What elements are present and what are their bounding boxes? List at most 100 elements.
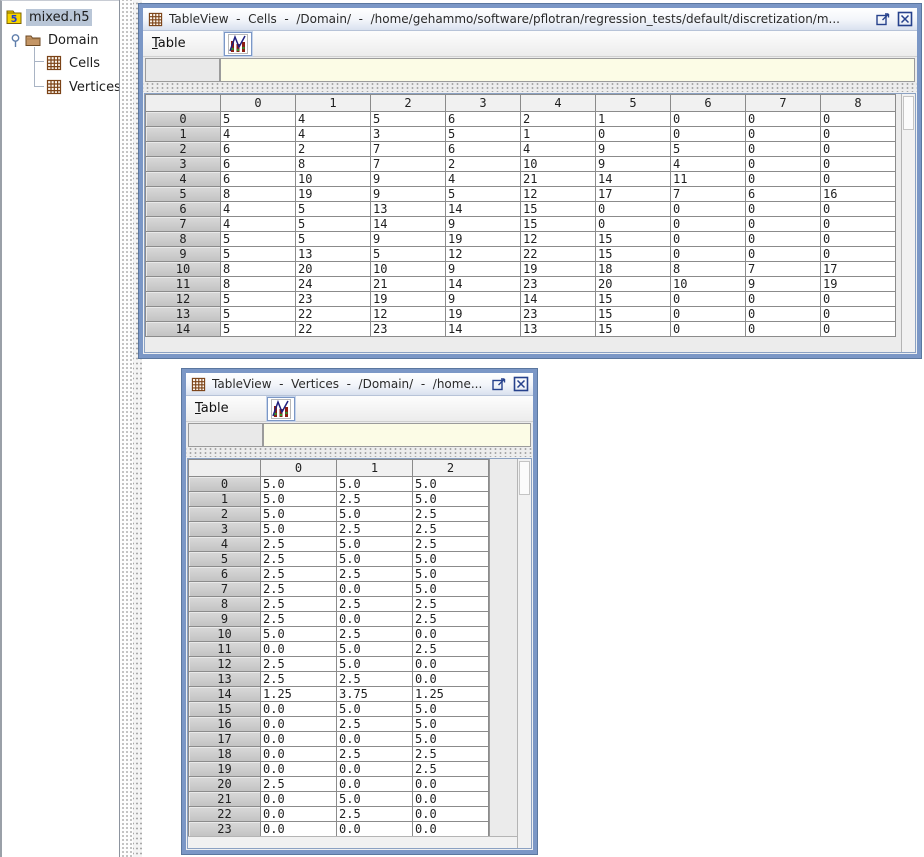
tree-item-domain[interactable]: Domain (10, 30, 101, 50)
table-cell[interactable]: 0 (746, 247, 821, 262)
table-cell[interactable]: 0 (821, 247, 896, 262)
table-cell[interactable]: 5 (221, 307, 296, 322)
table-cell[interactable]: 0 (671, 127, 746, 142)
table-cell[interactable]: 5.0 (337, 507, 413, 522)
table-cell[interactable]: 5.0 (337, 642, 413, 657)
table-cell[interactable]: 13 (521, 322, 596, 337)
table-cell[interactable]: 14 (596, 172, 671, 187)
table-cell[interactable]: 5 (371, 112, 446, 127)
table-cell[interactable]: 5.0 (413, 732, 489, 747)
tree-scrollbar[interactable] (119, 0, 133, 857)
table-cell[interactable]: 0 (821, 217, 896, 232)
table-cell[interactable]: 0 (821, 112, 896, 127)
table-cell[interactable]: 5 (221, 247, 296, 262)
table-cell[interactable]: 0 (746, 217, 821, 232)
table-cell[interactable]: 0 (671, 112, 746, 127)
table-cell[interactable]: 2.5 (337, 807, 413, 822)
column-header[interactable]: 2 (413, 460, 489, 477)
table-cell[interactable]: 1.25 (413, 687, 489, 702)
table-cell[interactable]: 2.5 (413, 522, 489, 537)
table-cell[interactable]: 0.0 (261, 702, 337, 717)
row-header[interactable]: 7 (146, 217, 221, 232)
row-header[interactable]: 17 (189, 732, 261, 747)
table-cell[interactable]: 7 (671, 187, 746, 202)
column-header[interactable]: 4 (521, 95, 596, 112)
table-cell[interactable]: 13 (296, 247, 371, 262)
table-menu[interactable]: Table (195, 401, 229, 416)
table-cell[interactable]: 22 (296, 322, 371, 337)
vertical-scrollbar[interactable] (901, 94, 915, 352)
table-cell[interactable]: 3.75 (337, 687, 413, 702)
table-cell[interactable]: 5.0 (413, 717, 489, 732)
table-cell[interactable]: 15 (596, 292, 671, 307)
row-header[interactable]: 9 (146, 247, 221, 262)
table-cell[interactable]: 0 (671, 232, 746, 247)
table-cell[interactable]: 4 (221, 217, 296, 232)
table-cell[interactable]: 0 (746, 232, 821, 247)
table-cell[interactable]: 8 (671, 262, 746, 277)
table-cell[interactable]: 2.5 (413, 507, 489, 522)
row-header[interactable]: 19 (189, 762, 261, 777)
table-cell[interactable]: 5.0 (337, 702, 413, 717)
row-header[interactable]: 12 (189, 657, 261, 672)
table-cell[interactable]: 12 (446, 247, 521, 262)
table-cell[interactable]: 5 (221, 292, 296, 307)
table-cell[interactable]: 21 (371, 277, 446, 292)
table-cell[interactable]: 3 (371, 127, 446, 142)
cell-reference-box[interactable] (145, 58, 220, 82)
table-cell[interactable]: 0 (671, 322, 746, 337)
table-cell[interactable]: 5 (221, 322, 296, 337)
table-cell[interactable]: 2.5 (413, 597, 489, 612)
table-cell[interactable]: 18 (596, 262, 671, 277)
table-cell[interactable]: 2.5 (413, 762, 489, 777)
row-header[interactable]: 2 (146, 142, 221, 157)
table-cell[interactable]: 0 (821, 322, 896, 337)
row-header[interactable]: 10 (189, 627, 261, 642)
row-header[interactable]: 5 (189, 552, 261, 567)
table-cell[interactable]: 0.0 (337, 777, 413, 792)
table-cell[interactable]: 0 (671, 292, 746, 307)
table-cell[interactable]: 11 (671, 172, 746, 187)
table-cell[interactable]: 0.0 (261, 642, 337, 657)
table-cell[interactable]: 0.0 (337, 732, 413, 747)
table-cell[interactable]: 5.0 (413, 552, 489, 567)
table-cell[interactable]: 0.0 (261, 717, 337, 732)
table-cell[interactable]: 15 (596, 322, 671, 337)
table-cell[interactable]: 5 (371, 247, 446, 262)
table-cell[interactable]: 9 (371, 172, 446, 187)
table-cell[interactable]: 2.5 (413, 642, 489, 657)
table-cell[interactable]: 0.0 (261, 792, 337, 807)
table-cell[interactable]: 0 (596, 217, 671, 232)
table-cell[interactable]: 9 (446, 262, 521, 277)
row-header[interactable]: 14 (189, 687, 261, 702)
table-cell[interactable]: 8 (221, 277, 296, 292)
table-cell[interactable]: 12 (521, 232, 596, 247)
row-header[interactable]: 4 (146, 172, 221, 187)
table-cell[interactable]: 2 (521, 112, 596, 127)
row-header[interactable]: 8 (146, 232, 221, 247)
table-cell[interactable]: 23 (521, 307, 596, 322)
table-cell[interactable]: 16 (821, 187, 896, 202)
table-cell[interactable]: 5.0 (413, 702, 489, 717)
table-cell[interactable]: 0 (821, 292, 896, 307)
row-header[interactable]: 21 (189, 792, 261, 807)
window-titlebar[interactable]: TableView - Vertices - /Domain/ - /home.… (186, 373, 533, 396)
table-cell[interactable]: 9 (596, 157, 671, 172)
table-cell[interactable]: 14 (446, 322, 521, 337)
table-cell[interactable]: 0 (821, 127, 896, 142)
table-cell[interactable]: 2.5 (413, 747, 489, 762)
table-cell[interactable]: 6 (446, 142, 521, 157)
table-cell[interactable]: 1 (521, 127, 596, 142)
table-cell[interactable]: 0 (596, 202, 671, 217)
table-cell[interactable]: 0 (746, 172, 821, 187)
table-cell[interactable]: 20 (296, 262, 371, 277)
table-cell[interactable]: 9 (446, 217, 521, 232)
table-cell[interactable]: 19 (371, 292, 446, 307)
tree-item-label[interactable]: mixed.h5 (26, 9, 92, 26)
scrollbar-thumb[interactable] (519, 461, 530, 495)
table-cell[interactable]: 5.0 (337, 537, 413, 552)
row-header[interactable]: 16 (189, 717, 261, 732)
table-cell[interactable]: 0.0 (261, 762, 337, 777)
table-cell[interactable]: 4 (221, 202, 296, 217)
table-cell[interactable]: 15 (521, 217, 596, 232)
